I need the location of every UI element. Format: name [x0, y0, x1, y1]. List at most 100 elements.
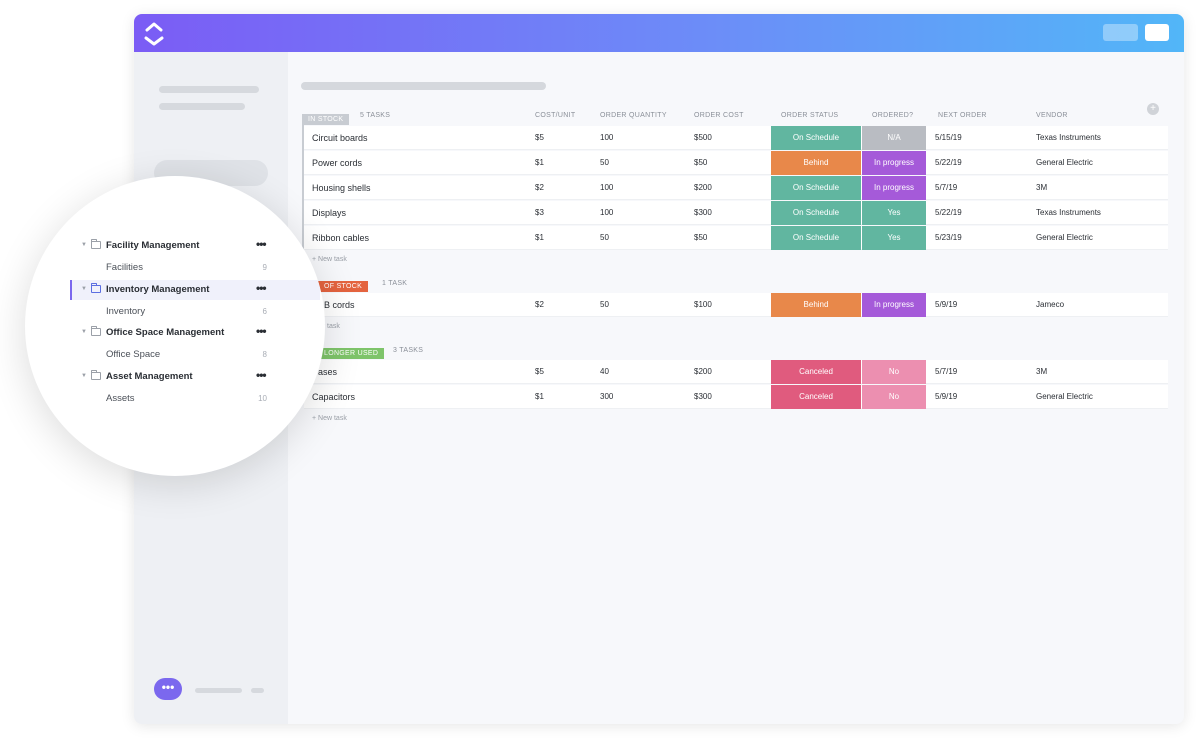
top-bar: [134, 14, 1184, 52]
column-header-order-status[interactable]: ORDER STATUS: [781, 112, 838, 119]
ordered-pill[interactable]: In progress: [862, 293, 926, 317]
order-quantity: 300: [600, 392, 614, 401]
order-status-pill[interactable]: On Schedule: [771, 201, 861, 225]
sidebar-zoom-callout: ▼ Facility Management ••• Facilities 9 ▼…: [25, 176, 325, 476]
folder-icon: [91, 370, 101, 380]
folder-icon: [91, 283, 101, 293]
column-header-next-order[interactable]: NEXT ORDER: [938, 112, 987, 119]
sidebar-list-inventory[interactable]: Inventory 6: [70, 302, 320, 322]
caret-down-icon[interactable]: ▼: [81, 286, 87, 292]
caret-down-icon[interactable]: ▼: [81, 373, 87, 379]
group-task-count: 1 TASK: [382, 280, 408, 287]
task-name[interactable]: Power cords: [312, 151, 362, 175]
ordered-pill[interactable]: No: [862, 360, 926, 384]
add-column-icon[interactable]: +: [1147, 103, 1159, 115]
task-name[interactable]: B cords: [324, 293, 355, 317]
order-status-pill[interactable]: Behind: [771, 293, 861, 317]
cost-unit: $3: [535, 208, 544, 217]
table-row[interactable]: Ribbon cables $1 50 $50 On Schedule Yes …: [304, 226, 1168, 250]
order-status-pill[interactable]: On Schedule: [771, 126, 861, 150]
table-row[interactable]: Capacitors $1 300 $300 Canceled No 5/9/1…: [304, 385, 1168, 409]
task-name[interactable]: Housing shells: [312, 176, 371, 200]
next-order-date: 5/22/19: [935, 208, 962, 217]
vendor: Texas Instruments: [1036, 208, 1101, 217]
sidebar-folder-asset-management[interactable]: ▼ Asset Management •••: [70, 367, 320, 387]
order-cost: $100: [694, 300, 712, 309]
order-cost: $500: [694, 133, 712, 142]
next-order-date: 5/9/19: [935, 300, 958, 309]
column-header-vendor[interactable]: VENDOR: [1036, 112, 1068, 119]
more-options-icon[interactable]: •••: [256, 368, 267, 382]
order-quantity: 50: [600, 233, 609, 242]
group-badge-no-longer-used[interactable]: LONGER USED: [318, 348, 385, 359]
caret-down-icon[interactable]: ▼: [81, 329, 87, 335]
order-quantity: 50: [600, 300, 609, 309]
next-order-date: 5/22/19: [935, 158, 962, 167]
ordered-pill[interactable]: In progress: [862, 151, 926, 175]
group-badge-out-of-stock[interactable]: OF STOCK: [318, 281, 369, 292]
order-cost: $50: [694, 233, 708, 242]
sidebar-folder-office-space-management[interactable]: ▼ Office Space Management •••: [70, 323, 320, 343]
sidebar-list-office-space[interactable]: Office Space 8: [70, 345, 320, 365]
table-row[interactable]: ases $5 40 $200 Canceled No 5/7/19 3M: [304, 360, 1168, 384]
table-row[interactable]: Housing shells $2 100 $200 On Schedule I…: [304, 176, 1168, 200]
task-name[interactable]: Ribbon cables: [312, 226, 369, 250]
sidebar-list-assets[interactable]: Assets 10: [70, 389, 320, 409]
vendor: General Electric: [1036, 158, 1093, 167]
order-cost: $300: [694, 392, 712, 401]
column-header-order-cost[interactable]: ORDER COST: [694, 112, 744, 119]
column-header-ordered[interactable]: ORDERED?: [872, 112, 913, 119]
new-task-button[interactable]: + New task: [312, 415, 347, 422]
order-cost: $300: [694, 208, 712, 217]
column-header-cost-unit[interactable]: COST/UNIT: [535, 112, 575, 119]
folder-label: Inventory Management: [106, 284, 210, 295]
next-order-date: 5/23/19: [935, 233, 962, 242]
task-name[interactable]: Circuit boards: [312, 126, 368, 150]
vendor: General Electric: [1036, 392, 1093, 401]
clickup-logo-icon[interactable]: [142, 20, 166, 46]
group-badge-in-stock[interactable]: IN STOCK: [302, 114, 350, 125]
list-count: 8: [262, 350, 267, 359]
table-row[interactable]: Power cords $1 50 $50 Behind In progress…: [304, 151, 1168, 175]
topbar-button[interactable]: [1103, 24, 1138, 41]
ordered-pill[interactable]: N/A: [862, 126, 926, 150]
order-status-pill[interactable]: Canceled: [771, 385, 861, 409]
chat-icon[interactable]: •••: [154, 678, 182, 700]
next-order-date: 5/7/19: [935, 367, 958, 376]
more-options-icon[interactable]: •••: [256, 324, 267, 338]
more-options-icon[interactable]: •••: [256, 237, 267, 251]
cost-unit: $1: [535, 158, 544, 167]
sidebar-folder-inventory-management[interactable]: ▼ Inventory Management •••: [70, 280, 320, 300]
table-row[interactable]: Circuit boards $5 100 $500 On Schedule N…: [304, 126, 1168, 150]
order-status-pill[interactable]: Canceled: [771, 360, 861, 384]
vendor: Jameco: [1036, 300, 1065, 309]
task-name[interactable]: Displays: [312, 201, 346, 225]
order-status-pill[interactable]: Behind: [771, 151, 861, 175]
vendor: Texas Instruments: [1036, 133, 1101, 142]
list-count: 6: [262, 307, 267, 316]
order-cost: $200: [694, 367, 712, 376]
group-task-count: 5 TASKS: [360, 112, 391, 119]
group-task-count: 3 TASKS: [393, 347, 424, 354]
task-name[interactable]: ases: [318, 360, 337, 384]
sidebar-folder-facility-management[interactable]: ▼ Facility Management •••: [70, 236, 320, 256]
table-row[interactable]: Displays $3 100 $300 On Schedule Yes 5/2…: [304, 201, 1168, 225]
ordered-pill[interactable]: Yes: [862, 201, 926, 225]
sidebar-placeholder-line: [159, 86, 259, 93]
order-cost: $50: [694, 158, 708, 167]
list-label: Inventory: [106, 306, 146, 317]
order-status-pill[interactable]: On Schedule: [771, 176, 861, 200]
order-cost: $200: [694, 183, 712, 192]
caret-down-icon[interactable]: ▼: [81, 242, 87, 248]
more-options-icon[interactable]: •••: [256, 281, 267, 295]
topbar-button-primary[interactable]: [1145, 24, 1169, 41]
ordered-pill[interactable]: Yes: [862, 226, 926, 250]
column-header-order-quantity[interactable]: ORDER QUANTITY: [600, 112, 667, 119]
list-count: 10: [258, 394, 267, 403]
ordered-pill[interactable]: No: [862, 385, 926, 409]
order-status-pill[interactable]: On Schedule: [771, 226, 861, 250]
list-label: Office Space: [106, 349, 161, 360]
table-row[interactable]: B cords $2 50 $100 Behind In progress 5/…: [304, 293, 1168, 317]
ordered-pill[interactable]: In progress: [862, 176, 926, 200]
sidebar-list-facilities[interactable]: Facilities 9: [70, 258, 320, 278]
